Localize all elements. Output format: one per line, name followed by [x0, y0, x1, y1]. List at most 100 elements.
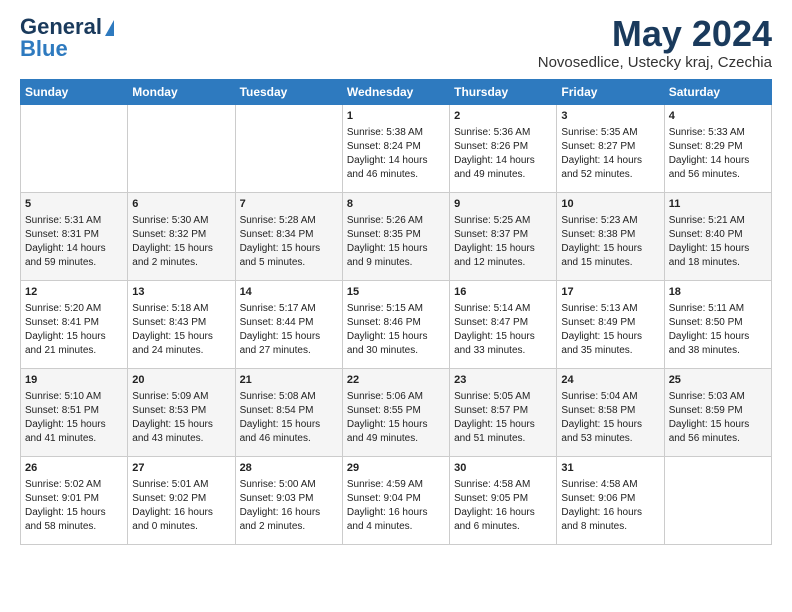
day-number: 10: [561, 197, 659, 212]
col-tuesday: Tuesday: [235, 80, 342, 105]
day-number: 18: [669, 285, 767, 300]
cell-text: and 8 minutes.: [561, 520, 659, 534]
cell-text: Daylight: 14 hours: [347, 154, 445, 168]
calendar-cell: 10Sunrise: 5:23 AMSunset: 8:38 PMDayligh…: [557, 193, 664, 281]
calendar-cell: 18Sunrise: 5:11 AMSunset: 8:50 PMDayligh…: [664, 281, 771, 369]
day-number: 4: [669, 109, 767, 124]
cell-text: and 53 minutes.: [561, 432, 659, 446]
cell-text: Sunrise: 5:01 AM: [132, 478, 230, 492]
calendar-cell: 6Sunrise: 5:30 AMSunset: 8:32 PMDaylight…: [128, 193, 235, 281]
cell-text: Sunset: 9:03 PM: [240, 492, 338, 506]
cell-text: Sunrise: 5:14 AM: [454, 302, 552, 316]
col-thursday: Thursday: [450, 80, 557, 105]
cell-text: Daylight: 15 hours: [454, 242, 552, 256]
day-number: 12: [25, 285, 123, 300]
day-number: 2: [454, 109, 552, 124]
calendar-cell: 3Sunrise: 5:35 AMSunset: 8:27 PMDaylight…: [557, 105, 664, 193]
calendar-cell: 23Sunrise: 5:05 AMSunset: 8:57 PMDayligh…: [450, 369, 557, 457]
cell-text: Sunrise: 5:04 AM: [561, 390, 659, 404]
cell-text: Sunrise: 5:10 AM: [25, 390, 123, 404]
cell-text: and 15 minutes.: [561, 256, 659, 270]
cell-text: and 33 minutes.: [454, 344, 552, 358]
cell-text: and 38 minutes.: [669, 344, 767, 358]
cell-text: and 18 minutes.: [669, 256, 767, 270]
cell-text: Daylight: 15 hours: [561, 242, 659, 256]
day-number: 26: [25, 461, 123, 476]
calendar-cell: 15Sunrise: 5:15 AMSunset: 8:46 PMDayligh…: [342, 281, 449, 369]
day-number: 28: [240, 461, 338, 476]
calendar-week-5: 26Sunrise: 5:02 AMSunset: 9:01 PMDayligh…: [21, 457, 772, 545]
cell-text: Sunrise: 5:11 AM: [669, 302, 767, 316]
calendar-cell: 24Sunrise: 5:04 AMSunset: 8:58 PMDayligh…: [557, 369, 664, 457]
day-number: 29: [347, 461, 445, 476]
header-row: Sunday Monday Tuesday Wednesday Thursday…: [21, 80, 772, 105]
cell-text: Sunset: 8:43 PM: [132, 316, 230, 330]
cell-text: Sunrise: 4:59 AM: [347, 478, 445, 492]
calendar-cell: 16Sunrise: 5:14 AMSunset: 8:47 PMDayligh…: [450, 281, 557, 369]
cell-text: and 30 minutes.: [347, 344, 445, 358]
cell-text: Sunset: 8:38 PM: [561, 228, 659, 242]
day-number: 17: [561, 285, 659, 300]
cell-text: Daylight: 15 hours: [240, 242, 338, 256]
day-number: 23: [454, 373, 552, 388]
calendar-cell: 22Sunrise: 5:06 AMSunset: 8:55 PMDayligh…: [342, 369, 449, 457]
cell-text: Sunset: 8:37 PM: [454, 228, 552, 242]
cell-text: Sunrise: 5:03 AM: [669, 390, 767, 404]
col-friday: Friday: [557, 80, 664, 105]
cell-text: Sunset: 8:29 PM: [669, 140, 767, 154]
calendar-cell: 17Sunrise: 5:13 AMSunset: 8:49 PMDayligh…: [557, 281, 664, 369]
cell-text: Sunset: 8:55 PM: [347, 404, 445, 418]
cell-text: Sunrise: 5:13 AM: [561, 302, 659, 316]
cell-text: and 27 minutes.: [240, 344, 338, 358]
cell-text: Daylight: 15 hours: [669, 242, 767, 256]
cell-text: Sunrise: 5:31 AM: [25, 214, 123, 228]
cell-text: Sunrise: 5:02 AM: [25, 478, 123, 492]
cell-text: and 56 minutes.: [669, 168, 767, 182]
cell-text: Sunset: 8:51 PM: [25, 404, 123, 418]
cell-text: and 52 minutes.: [561, 168, 659, 182]
cell-text: Daylight: 15 hours: [347, 418, 445, 432]
cell-text: Sunset: 8:49 PM: [561, 316, 659, 330]
day-number: 22: [347, 373, 445, 388]
cell-text: Daylight: 15 hours: [132, 418, 230, 432]
cell-text: Daylight: 15 hours: [25, 330, 123, 344]
calendar-cell: 5Sunrise: 5:31 AMSunset: 8:31 PMDaylight…: [21, 193, 128, 281]
cell-text: and 0 minutes.: [132, 520, 230, 534]
cell-text: Sunrise: 5:15 AM: [347, 302, 445, 316]
cell-text: Daylight: 16 hours: [347, 506, 445, 520]
calendar-cell: 19Sunrise: 5:10 AMSunset: 8:51 PMDayligh…: [21, 369, 128, 457]
cell-text: and 6 minutes.: [454, 520, 552, 534]
day-number: 14: [240, 285, 338, 300]
calendar-cell: [21, 105, 128, 193]
cell-text: and 2 minutes.: [132, 256, 230, 270]
cell-text: Sunset: 8:57 PM: [454, 404, 552, 418]
day-number: 5: [25, 197, 123, 212]
calendar-cell: 9Sunrise: 5:25 AMSunset: 8:37 PMDaylight…: [450, 193, 557, 281]
cell-text: and 58 minutes.: [25, 520, 123, 534]
day-number: 6: [132, 197, 230, 212]
col-wednesday: Wednesday: [342, 80, 449, 105]
calendar-cell: 4Sunrise: 5:33 AMSunset: 8:29 PMDaylight…: [664, 105, 771, 193]
calendar-week-1: 1Sunrise: 5:38 AMSunset: 8:24 PMDaylight…: [21, 105, 772, 193]
day-number: 3: [561, 109, 659, 124]
calendar-cell: 30Sunrise: 4:58 AMSunset: 9:05 PMDayligh…: [450, 457, 557, 545]
cell-text: Sunrise: 5:21 AM: [669, 214, 767, 228]
cell-text: Sunset: 8:50 PM: [669, 316, 767, 330]
cell-text: Sunrise: 5:00 AM: [240, 478, 338, 492]
day-number: 11: [669, 197, 767, 212]
cell-text: Daylight: 15 hours: [240, 418, 338, 432]
cell-text: and 9 minutes.: [347, 256, 445, 270]
cell-text: and 4 minutes.: [347, 520, 445, 534]
cell-text: and 49 minutes.: [347, 432, 445, 446]
cell-text: Sunset: 8:35 PM: [347, 228, 445, 242]
cell-text: Sunset: 8:53 PM: [132, 404, 230, 418]
logo-blue: Blue: [20, 36, 68, 62]
day-number: 21: [240, 373, 338, 388]
day-number: 7: [240, 197, 338, 212]
cell-text: Daylight: 14 hours: [454, 154, 552, 168]
day-number: 13: [132, 285, 230, 300]
cell-text: Sunset: 8:59 PM: [669, 404, 767, 418]
calendar-cell: 12Sunrise: 5:20 AMSunset: 8:41 PMDayligh…: [21, 281, 128, 369]
cell-text: Sunrise: 5:08 AM: [240, 390, 338, 404]
cell-text: Sunset: 8:54 PM: [240, 404, 338, 418]
